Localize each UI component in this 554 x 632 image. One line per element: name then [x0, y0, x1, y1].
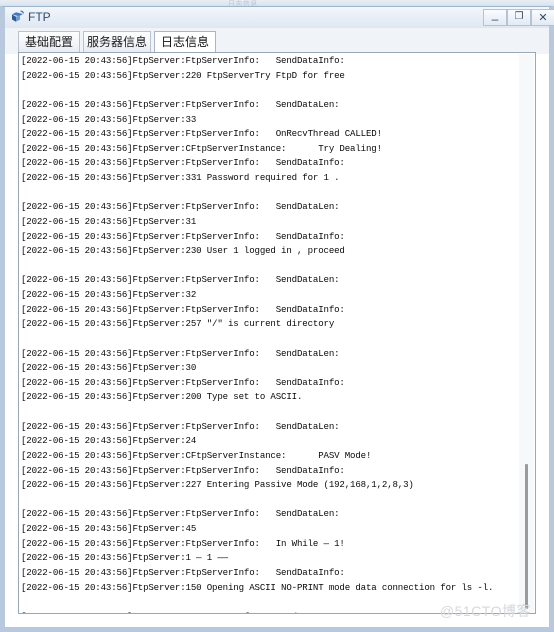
tab-bar: 基础配置 服务器信息 日志信息	[5, 28, 549, 54]
log-scrollbar-track[interactable]	[519, 54, 534, 613]
ftp-app-icon	[10, 10, 25, 25]
window-title: FTP	[28, 10, 51, 24]
tab-server-info-label: 服务器信息	[86, 35, 147, 49]
minimize-button[interactable]: –	[483, 9, 507, 26]
tab-log-info[interactable]: 日志信息	[154, 31, 216, 53]
tab-server-info[interactable]: 服务器信息	[83, 31, 151, 53]
tab-basic-config[interactable]: 基础配置	[18, 31, 80, 53]
close-icon: ✕	[538, 12, 548, 24]
ftp-application-window: FTP – ❐ ✕ 基础配置 服务器信息 日志信息 [2022-06-15 20…	[0, 6, 554, 632]
tab-log-info-label: 日志信息	[160, 35, 209, 49]
minimize-icon: –	[491, 12, 499, 26]
log-text-content: [2022-06-15 20:43:56]FtpServer:FtpServer…	[21, 55, 494, 613]
tab-basic-config-label: 基础配置	[24, 35, 73, 49]
title-bar[interactable]: FTP – ❐ ✕	[5, 7, 554, 29]
window-client-area: FTP – ❐ ✕ 基础配置 服务器信息 日志信息 [2022-06-15 20…	[5, 7, 554, 627]
log-output-panel[interactable]: [2022-06-15 20:43:56]FtpServer:FtpServer…	[18, 52, 536, 614]
log-scrollbar-thumb[interactable]	[525, 464, 528, 609]
close-button[interactable]: ✕	[531, 9, 554, 26]
watermark-label: @51CTO博客	[439, 603, 531, 619]
maximize-icon: ❐	[514, 11, 524, 22]
maximize-button[interactable]: ❐	[507, 9, 531, 26]
